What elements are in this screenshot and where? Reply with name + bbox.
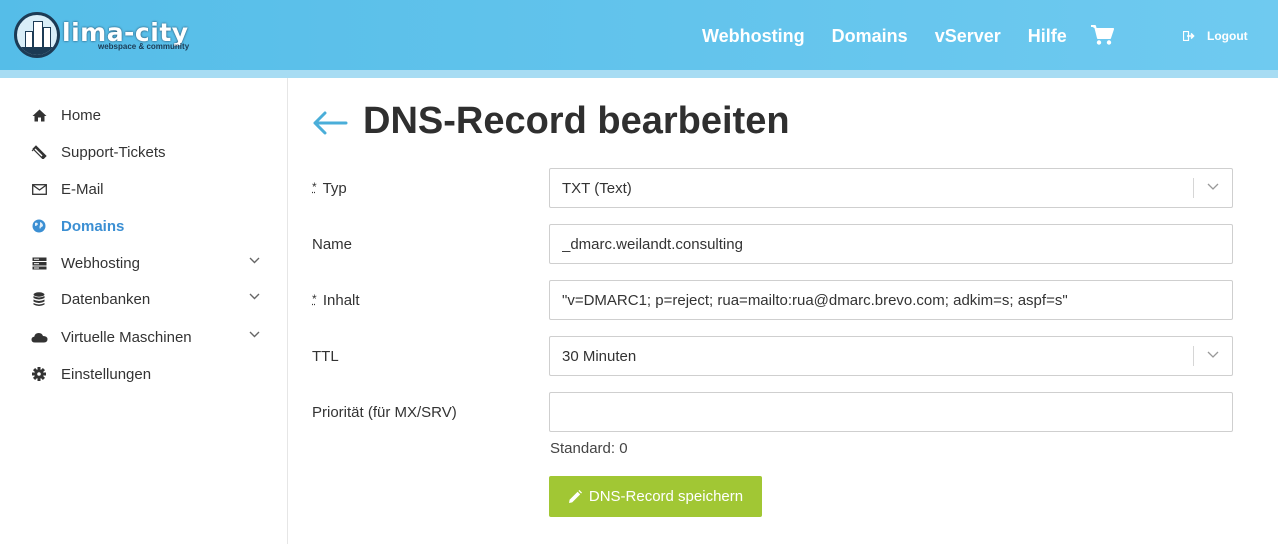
top-header: lima-city webspace & community Webhostin… <box>0 0 1278 70</box>
sidebar-item-label: Webhosting <box>61 254 140 272</box>
name-label: Name <box>312 236 353 253</box>
sidebar: Home Support-Tickets E-Mail Domains Webh… <box>0 78 288 544</box>
name-input[interactable] <box>549 224 1233 264</box>
back-arrow-icon[interactable] <box>312 110 348 136</box>
shopping-cart-icon[interactable] <box>1090 24 1114 46</box>
header-strip <box>0 70 1278 78</box>
inhalt-label: * Inhalt <box>312 292 360 309</box>
sidebar-item-label: Domains <box>61 217 125 235</box>
logo-tagline: webspace & community <box>98 41 190 51</box>
logout-link[interactable]: Logout <box>1183 29 1248 43</box>
gear-icon <box>30 366 48 382</box>
ttl-selected-value: 30 Minuten <box>562 347 637 365</box>
chevron-down-icon <box>249 331 260 338</box>
inhalt-input[interactable] <box>549 280 1233 320</box>
nav-vserver[interactable]: vServer <box>935 24 1001 48</box>
select-divider <box>1193 346 1194 366</box>
sidebar-item-label: Support-Tickets <box>61 143 166 161</box>
nav-domains[interactable]: Domains <box>832 24 908 48</box>
ttl-select[interactable]: 30 Minuten <box>549 336 1233 376</box>
sidebar-item-label: Home <box>61 106 102 124</box>
sign-out-icon <box>1183 31 1195 41</box>
required-marker: * <box>312 180 317 194</box>
logout-label: Logout <box>1207 29 1248 43</box>
sidebar-item-support-tickets[interactable]: Support-Tickets <box>30 140 266 164</box>
chevron-down-icon <box>1207 183 1219 190</box>
logo-building-icon <box>14 12 60 58</box>
sidebar-item-einstellungen[interactable]: Einstellungen <box>30 362 266 386</box>
cloud-icon <box>30 329 48 345</box>
sidebar-item-label: Datenbanken <box>61 290 151 308</box>
sidebar-item-label: Einstellungen <box>61 365 152 383</box>
sidebar-item-datenbanken[interactable]: Datenbanken <box>30 287 266 311</box>
nav-webhosting[interactable]: Webhosting <box>702 24 805 48</box>
sidebar-item-virtuelle-maschinen[interactable]: Virtuelle Maschinen <box>30 325 266 349</box>
nav-hilfe[interactable]: Hilfe <box>1028 24 1067 48</box>
chevron-down-icon <box>249 257 260 264</box>
required-marker: * <box>312 292 317 306</box>
typ-select[interactable]: TXT (Text) <box>549 168 1233 208</box>
prioritaet-label: Priorität (für MX/SRV) <box>312 404 457 421</box>
save-button-label: DNS-Record speichern <box>588 488 744 505</box>
page-title: DNS-Record bearbeiten <box>363 100 790 142</box>
chevron-down-icon <box>1207 351 1219 358</box>
home-icon <box>30 107 48 123</box>
ttl-label: TTL <box>312 348 339 365</box>
sidebar-item-label: Virtuelle Maschinen <box>61 328 192 346</box>
sidebar-item-domains[interactable]: Domains <box>30 214 266 238</box>
select-divider <box>1193 178 1194 198</box>
prioritaet-input[interactable] <box>549 392 1233 432</box>
typ-selected-value: TXT (Text) <box>562 179 632 197</box>
globe-icon <box>30 218 48 234</box>
save-dns-record-button[interactable]: DNS-Record speichern <box>549 476 762 517</box>
envelope-icon <box>30 181 48 197</box>
sidebar-item-email[interactable]: E-Mail <box>30 177 266 201</box>
ticket-icon <box>30 144 48 160</box>
pencil-icon <box>568 489 582 503</box>
sidebar-item-webhosting[interactable]: Webhosting <box>30 251 266 275</box>
sidebar-item-label: E-Mail <box>61 180 104 198</box>
sidebar-item-home[interactable]: Home <box>30 103 266 127</box>
main-nav: Webhosting Domains vServer Hilfe <box>702 24 1094 48</box>
database-icon <box>30 291 48 307</box>
logo-name: lima-city <box>62 17 189 47</box>
prioritaet-hint: Standard: 0 <box>550 440 628 457</box>
lima-city-logo[interactable]: lima-city webspace & community <box>14 12 189 58</box>
server-icon <box>30 255 48 271</box>
typ-label: * Typ <box>312 180 347 197</box>
chevron-down-icon <box>249 293 260 300</box>
